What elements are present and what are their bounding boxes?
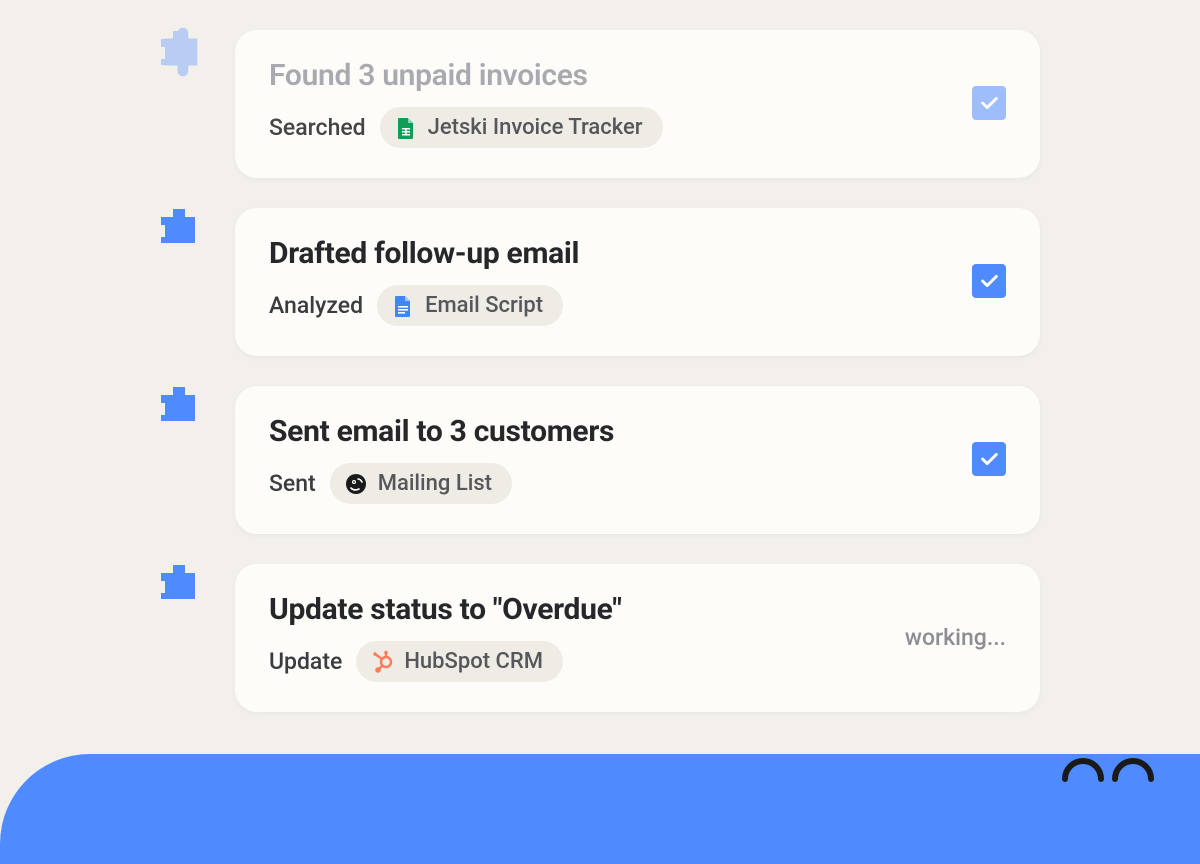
puzzle-icon [155,559,207,611]
puzzle-icon [155,203,207,255]
puzzle-icon [155,25,207,77]
task-action: Sent [269,470,316,497]
task-list: Found 3 unpaid invoices Searched Jetski … [160,30,1040,712]
task-action: Searched [269,114,366,141]
sheets-icon [394,116,418,140]
status-working-label: working... [905,624,1006,651]
hubspot-icon [370,650,394,674]
status-check-icon [972,442,1006,476]
task-title: Drafted follow-up email [269,236,579,271]
mailchimp-icon [344,472,368,496]
resource-pill[interactable]: Email Script [377,285,563,326]
task-card: Drafted follow-up email Analyzed Email S… [235,208,1040,356]
task-action: Analyzed [269,292,363,319]
task-card: Update status to "Overdue" Update HubSpo… [235,564,1040,712]
resource-label: Jetski Invoice Tracker [428,115,643,140]
docs-icon [391,294,415,318]
task-row: Sent email to 3 customers Sent Mailing L… [160,386,1040,534]
resource-label: Email Script [425,293,543,318]
resource-pill[interactable]: Jetski Invoice Tracker [380,107,663,148]
task-title: Update status to "Overdue" [269,592,622,627]
task-row: Drafted follow-up email Analyzed Email S… [160,208,1040,356]
task-card: Sent email to 3 customers Sent Mailing L… [235,386,1040,534]
resource-pill[interactable]: HubSpot CRM [356,641,563,682]
resource-label: HubSpot CRM [404,649,543,674]
status-check-icon [972,86,1006,120]
task-title: Sent email to 3 customers [269,414,614,449]
task-row: Found 3 unpaid invoices Searched Jetski … [160,30,1040,178]
status-check-icon [972,264,1006,298]
task-card: Found 3 unpaid invoices Searched Jetski … [235,30,1040,178]
task-title: Found 3 unpaid invoices [269,58,663,93]
robot-eyes-icon [1050,734,1170,784]
resource-pill[interactable]: Mailing List [330,463,512,504]
footer-accent [0,754,1200,864]
resource-label: Mailing List [378,471,492,496]
task-row: Update status to "Overdue" Update HubSpo… [160,564,1040,712]
puzzle-icon [155,381,207,433]
task-action: Update [269,648,342,675]
